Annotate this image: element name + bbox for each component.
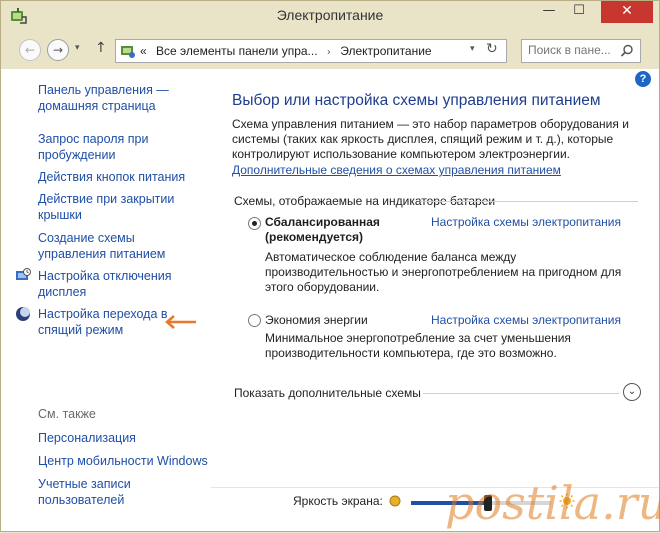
title-bar[interactable]: Электропитание — ☐ ✕ [1,1,659,31]
sidebar-link-mobility-center[interactable]: Центр мобильности Windows [38,453,208,469]
see-also-heading: См. также [38,407,96,421]
expand-plans-button[interactable]: ⌄ [623,383,641,401]
address-dropdown-icon[interactable]: ▾ [470,44,475,54]
sleep-moon-icon [16,307,30,321]
radio-balanced-plan[interactable] [248,217,261,230]
search-box[interactable] [521,39,641,63]
radio-power-saver-plan[interactable] [248,314,261,327]
plan-name-balanced[interactable]: Сбалансированная (рекомендуется) [265,215,415,245]
minimize-button[interactable]: — [536,1,562,23]
page-description: Схема управления питанием — это набор па… [232,117,629,161]
sidebar-link-lid-close[interactable]: Действие при закрытии крышки [38,191,206,223]
show-more-divider [423,393,619,394]
control-panel-icon [121,46,135,58]
breadcrumb-item-all-items[interactable]: Все элементы панели упра... [156,44,318,58]
breadcrumb-item-power[interactable]: Электропитание [340,44,431,58]
navigation-bar: ← → ▾ ↑ « Все элементы панели упра... › … [1,31,659,69]
up-button[interactable]: ↑ [95,40,107,56]
postila-watermark-logo: postila.ru [445,476,660,530]
plan-description-power-saver: Минимальное энергопотребление за счет ум… [265,331,571,360]
change-plan-link-power-saver[interactable]: Настройка схемы электропитания [431,313,621,327]
close-button[interactable]: ✕ [601,1,653,23]
group-divider [420,201,638,202]
search-icon[interactable] [620,44,634,58]
maximize-button[interactable]: ☐ [566,1,592,23]
help-icon[interactable]: ? [635,71,651,87]
breadcrumb-separator-icon[interactable]: › [327,47,331,58]
sidebar-link-personalization[interactable]: Персонализация [38,430,206,446]
sidebar-link-wake-password[interactable]: Запрос пароля при пробуждении [38,131,206,163]
search-input[interactable] [528,43,618,57]
sidebar-link-create-plan[interactable]: Создание схемы управления питанием [38,230,206,262]
address-bar[interactable]: « Все элементы панели упра... › Электроп… [115,39,507,63]
control-panel-window: Электропитание — ☐ ✕ ← → ▾ ↑ « Все элеме… [0,0,660,532]
annotation-arrow-icon [165,315,196,329]
forward-button[interactable]: → [47,39,69,61]
more-info-link[interactable]: Дополнительные сведения о схемах управле… [232,163,561,177]
plan-name-power-saver[interactable]: Экономия энергии [265,313,415,328]
page-title: Выбор или настройка схемы управления пит… [232,92,601,109]
brightness-low-icon [389,495,401,507]
breadcrumb-prefix[interactable]: « [140,44,147,58]
recent-locations-icon[interactable]: ▾ [75,43,80,53]
back-button[interactable]: ← [19,39,41,61]
brightness-label: Яркость экрана: [293,494,383,508]
sidebar: Панель управления — домашняя страница За… [1,69,211,531]
plan-description-balanced: Автоматическое соблюдение баланса между … [265,250,622,294]
sidebar-link-display-off[interactable]: Настройка отключения дисплея [38,268,206,300]
display-timer-icon [16,268,31,280]
sidebar-link-power-buttons[interactable]: Действия кнопок питания [38,169,206,185]
change-plan-link-balanced[interactable]: Настройка схемы электропитания [431,215,621,229]
show-more-plans-label[interactable]: Показать дополнительные схемы [234,386,421,400]
sidebar-link-user-accounts[interactable]: Учетные записи пользователей [38,476,206,508]
sidebar-link-home[interactable]: Панель управления — домашняя страница [38,82,206,114]
refresh-icon[interactable]: ↻ [486,41,498,57]
breadcrumb: « Все элементы панели упра... › Электроп… [140,44,432,58]
svg-text:postila.ru: postila.ru [445,476,660,530]
